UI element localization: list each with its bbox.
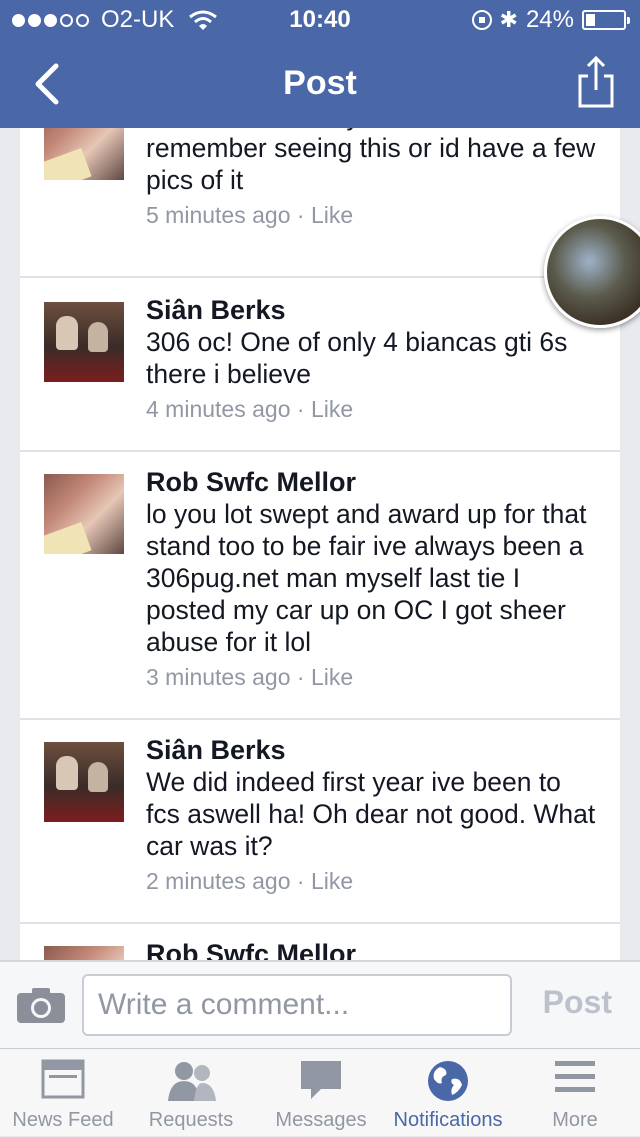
messages-icon [301, 1061, 341, 1099]
comment-item: Rob Swfc Mellor lo you lot swept and awa… [20, 450, 620, 720]
comment-content: Rob Swfc Mellor lo you lot swept and awa… [146, 466, 600, 692]
tab-label: More [552, 1109, 598, 1131]
camera-button[interactable] [16, 986, 66, 1024]
tab-label: Requests [148, 1109, 234, 1131]
page-title: Post [283, 64, 357, 102]
comment-input[interactable] [82, 974, 512, 1036]
avatar[interactable] [44, 946, 124, 960]
tab-more[interactable]: More [510, 1049, 640, 1137]
menu-icon [555, 1061, 595, 1092]
share-icon [578, 55, 614, 108]
avatar[interactable] [44, 128, 124, 180]
avatar[interactable] [44, 302, 124, 382]
camera-icon [17, 988, 65, 1023]
comment-meta: 5 minutes ago · Like [146, 202, 354, 228]
like-link[interactable]: Like [311, 664, 353, 690]
tab-label: Notifications [393, 1109, 503, 1131]
battery-icon [582, 10, 630, 30]
comment-item: Rob Swfc Mellor [20, 922, 620, 960]
comment-author[interactable]: Rob Swfc Mellor [146, 466, 600, 498]
bluetooth-icon: ✱ [499, 7, 518, 32]
like-link[interactable]: Like [311, 396, 353, 422]
comment-author[interactable]: Rob Swfc Mellor [146, 938, 600, 960]
comment-author[interactable]: Siân Berks [146, 734, 600, 766]
comment-meta: 4 minutes ago · Like [146, 396, 354, 422]
avatar[interactable] [44, 474, 124, 554]
comment-item: Siân Berks 306 oc! One of only 4 biancas… [20, 278, 620, 452]
post-button[interactable]: Post [543, 984, 612, 1021]
tab-messages[interactable]: Messages [256, 1049, 386, 1137]
comments-list[interactable]: what stand were you with cos I don't rem… [20, 128, 620, 960]
battery-fill [586, 14, 595, 26]
status-right: ✱ 24% [471, 6, 630, 34]
top-bar: O2-UK 10:40 ✱ 24% Post [0, 0, 640, 128]
tab-label: Messages [275, 1109, 367, 1131]
like-link[interactable]: Like [311, 202, 353, 228]
comment-composer: Post [0, 960, 640, 1048]
nav-bar: Post [0, 40, 640, 128]
battery-percent: 24% [525, 6, 574, 33]
share-button[interactable] [576, 54, 616, 110]
comment-author[interactable]: Siân Berks [146, 294, 600, 326]
comment-content: Rob Swfc Mellor [146, 938, 600, 960]
comment-text: lo you lot swept and award up for that s… [146, 499, 587, 657]
comment-time: 3 minutes ago [146, 664, 291, 690]
comment-content: what stand were you with cos I don't rem… [146, 128, 600, 230]
tab-notifications[interactable]: Notifications [386, 1049, 510, 1137]
comment-meta: 2 minutes ago · Like [146, 868, 354, 894]
globe-icon [428, 1061, 468, 1101]
comment-item: what stand were you with cos I don't rem… [20, 128, 620, 278]
rotation-lock-icon [471, 10, 492, 30]
comment-time: 4 minutes ago [146, 396, 291, 422]
tab-bar: News Feed Requests Messages Notification… [0, 1048, 640, 1136]
tab-label: News Feed [12, 1109, 114, 1131]
tab-news-feed[interactable]: News Feed [0, 1049, 126, 1137]
comment-text: what stand were you with cos I don't rem… [146, 128, 596, 195]
comment-time: 2 minutes ago [146, 868, 291, 894]
comment-time: 5 minutes ago [146, 202, 291, 228]
comment-text: We did indeed first year ive been to fcs… [146, 767, 596, 861]
news-feed-icon [41, 1059, 85, 1099]
comment-item: Siân Berks We did indeed first year ive … [20, 718, 620, 924]
like-link[interactable]: Like [311, 868, 353, 894]
status-bar: O2-UK 10:40 ✱ 24% [0, 0, 640, 40]
tab-requests[interactable]: Requests [126, 1049, 256, 1137]
friend-requests-icon [168, 1062, 216, 1101]
comment-text: 306 oc! One of only 4 biancas gti 6s the… [146, 327, 568, 389]
avatar[interactable] [44, 742, 124, 822]
comment-meta: 3 minutes ago · Like [146, 664, 354, 690]
comment-content: Siân Berks 306 oc! One of only 4 biancas… [146, 294, 600, 424]
comment-content: Siân Berks We did indeed first year ive … [146, 734, 600, 896]
